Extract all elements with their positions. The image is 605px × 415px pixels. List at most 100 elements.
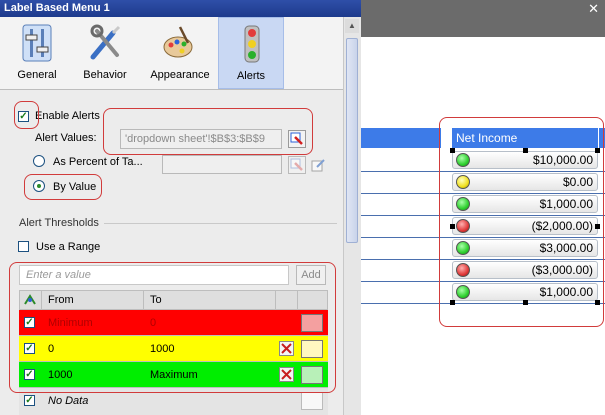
no-data-label: No Data: [48, 395, 89, 407]
net-income-row[interactable]: $1,000.00: [452, 283, 598, 301]
grid-header-right: [599, 128, 605, 148]
as-percent-radio[interactable]: [33, 155, 45, 167]
threshold-from[interactable]: 0: [48, 336, 54, 362]
alert-values-label: Alert Values:: [35, 132, 97, 144]
resize-handle[interactable]: [450, 224, 455, 229]
net-income-row[interactable]: ($2,000.00): [452, 217, 598, 235]
threshold-value-input[interactable]: Enter a value: [19, 265, 289, 285]
enable-alerts-checkbox[interactable]: ✓: [18, 111, 29, 122]
percent-range-button[interactable]: [288, 156, 306, 174]
alerts-traffic-light-icon: [244, 25, 260, 63]
use-range-checkbox[interactable]: [18, 241, 29, 252]
general-sliders-icon: [22, 24, 52, 62]
net-income-row[interactable]: $0.00: [452, 173, 598, 191]
resize-handle[interactable]: [595, 300, 600, 305]
delete-threshold-icon[interactable]: [279, 341, 294, 356]
behavior-tools-icon: [90, 24, 121, 60]
net-income-row[interactable]: $3,000.00: [452, 239, 598, 257]
threshold-row-checkbox[interactable]: ✓: [24, 369, 35, 380]
range-picker-icon: [290, 132, 303, 145]
sort-icon[interactable]: [23, 294, 37, 306]
threshold-color-swatch[interactable]: [301, 314, 323, 332]
by-value-label: By Value: [53, 181, 97, 193]
tab-behavior[interactable]: Behavior: [72, 17, 138, 89]
status-red-icon: [456, 219, 470, 233]
panel-title: Label Based Menu 1: [4, 2, 110, 14]
tab-label: General: [17, 69, 57, 81]
status-red-icon: [456, 263, 470, 277]
resize-handle[interactable]: [450, 148, 455, 153]
edit-icon: [311, 159, 325, 172]
resize-handle[interactable]: [523, 148, 528, 153]
close-icon[interactable]: ✕: [588, 0, 599, 17]
resize-handle[interactable]: [595, 224, 600, 229]
delete-threshold-icon[interactable]: [279, 367, 294, 382]
alert-thresholds-heading: Alert Thresholds: [19, 217, 99, 229]
status-green-icon: [456, 285, 470, 299]
net-income-value: $10,000.00: [532, 153, 593, 167]
tab-general[interactable]: General: [4, 17, 70, 89]
net-income-header: Net Income: [452, 128, 598, 148]
threshold-to[interactable]: Maximum: [150, 362, 198, 388]
threshold-to[interactable]: 0: [150, 310, 156, 336]
tab-label: Alerts: [236, 70, 266, 82]
grid-line: [361, 193, 605, 194]
percent-target-field[interactable]: [162, 155, 282, 174]
as-percent-label: As Percent of Ta...: [53, 156, 143, 168]
tab-appearance[interactable]: Appearance: [145, 17, 215, 89]
resize-handle[interactable]: [450, 300, 455, 305]
grid-line: [361, 281, 605, 282]
status-yellow-icon: [456, 175, 470, 189]
range-picker-icon: [290, 158, 303, 171]
threshold-row[interactable]: ✓ 1000 Maximum: [19, 362, 328, 388]
no-data-color-swatch[interactable]: [301, 392, 323, 410]
column-header-to[interactable]: To: [150, 290, 162, 310]
scroll-thumb[interactable]: [346, 38, 358, 243]
resize-handle[interactable]: [595, 148, 600, 153]
tab-label: Appearance: [150, 69, 210, 81]
net-income-row[interactable]: $1,000.00: [452, 195, 598, 213]
no-data-row[interactable]: ✓ No Data: [19, 388, 328, 415]
grid-line: [361, 303, 605, 304]
no-data-checkbox[interactable]: ✓: [24, 395, 35, 406]
add-threshold-button[interactable]: Add: [296, 265, 326, 285]
scroll-up-icon[interactable]: ▲: [345, 19, 359, 33]
status-green-icon: [456, 197, 470, 211]
column-header-from[interactable]: From: [48, 290, 74, 310]
resize-handle[interactable]: [523, 300, 528, 305]
grid-header-left: [361, 128, 441, 148]
status-green-icon: [456, 153, 470, 167]
net-income-row[interactable]: ($3,000.00): [452, 261, 598, 279]
grid-line: [361, 259, 605, 260]
net-income-value: $1,000.00: [539, 285, 593, 299]
threshold-from[interactable]: Minimum: [48, 310, 93, 336]
enable-alerts-label: Enable Alerts: [35, 110, 100, 122]
net-income-value: $3,000.00: [539, 241, 593, 255]
tab-alerts[interactable]: Alerts: [218, 17, 284, 89]
threshold-color-swatch[interactable]: [301, 366, 323, 384]
alert-values-field[interactable]: 'dropdown sheet'!$B$3:$B$9: [120, 129, 282, 149]
section-divider: [104, 223, 337, 224]
use-range-label: Use a Range: [36, 241, 101, 253]
threshold-row[interactable]: ✓ Minimum 0: [19, 310, 328, 336]
by-value-radio[interactable]: [33, 180, 45, 192]
appearance-palette-icon: [163, 26, 193, 58]
threshold-color-swatch[interactable]: [301, 340, 323, 358]
net-income-value: ($2,000.00): [531, 219, 593, 233]
net-income-value: $0.00: [562, 175, 593, 189]
status-green-icon: [456, 241, 470, 255]
threshold-from[interactable]: 1000: [48, 362, 72, 388]
net-income-value: ($3,000.00): [531, 263, 593, 277]
percent-edit-button[interactable]: [309, 156, 327, 174]
net-income-value: $1,000.00: [539, 197, 593, 211]
threshold-to[interactable]: 1000: [150, 336, 174, 362]
threshold-row-checkbox[interactable]: ✓: [24, 343, 35, 354]
cell-reference-button[interactable]: [288, 130, 306, 148]
grid-line: [361, 215, 605, 216]
panel-title-bar: Label Based Menu 1: [0, 0, 361, 17]
net-income-row[interactable]: $10,000.00: [452, 151, 598, 169]
threshold-row-checkbox[interactable]: ✓: [24, 317, 35, 328]
threshold-row[interactable]: ✓ 0 1000: [19, 336, 328, 362]
tab-label: Behavior: [83, 69, 127, 81]
grid-line: [361, 237, 605, 238]
